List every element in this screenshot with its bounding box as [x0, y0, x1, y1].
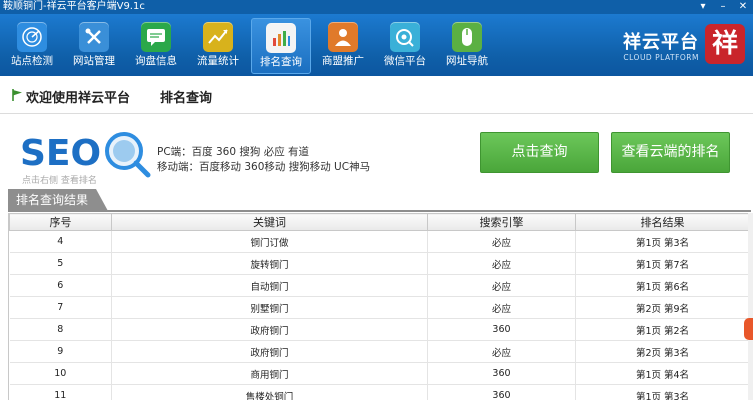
toolbar-label: 询盘信息: [135, 55, 177, 67]
engine-list: PC端：百度 360 搜狗 必应 有道 移动端：百度移动 360移动 搜狗移动 …: [157, 145, 370, 175]
close-icon[interactable]: ✕: [733, 0, 753, 14]
toolbar-label: 站点检测: [11, 55, 53, 67]
cell-result: 第1页 第4名: [575, 362, 748, 385]
toolbar-item-inquiry[interactable]: 询盘信息: [126, 18, 186, 74]
cell-index: 5: [9, 252, 112, 275]
cell-index: 7: [9, 296, 112, 319]
cell-result: 第2页 第9名: [575, 296, 748, 319]
toolbar-item-navigation[interactable]: 网址导航: [437, 18, 497, 74]
table-row[interactable]: 5 旋转铜门 必应 第1页 第7名: [9, 252, 748, 275]
cell-result: 第1页 第3名: [575, 230, 748, 253]
cell-index: 11: [9, 384, 112, 400]
page-title: 排名查询: [160, 91, 213, 106]
cell-index: 4: [9, 230, 112, 253]
toolbar-label: 商盟推广: [322, 55, 364, 67]
tab-underline: [8, 210, 751, 212]
cell-engine: 360: [427, 318, 576, 341]
cell-keyword: 别墅铜门: [111, 296, 428, 319]
side-float-tab[interactable]: [744, 318, 753, 340]
cell-engine: 360: [427, 362, 576, 385]
cell-keyword: 旋转铜门: [111, 252, 428, 275]
message-icon: [141, 22, 171, 52]
brand-seal: 祥: [705, 24, 745, 64]
cell-index: 10: [9, 362, 112, 385]
bar-chart-icon: [266, 23, 296, 53]
window-title: 鞍顺铜门-祥云平台客户端V9.1c: [3, 1, 145, 12]
toolbar-label: 网站管理: [73, 55, 115, 67]
window-controls: ▾ – ✕: [693, 0, 753, 14]
cell-engine: 必应: [427, 274, 576, 297]
brand-name: 祥云平台: [623, 32, 699, 53]
seo-header: SEO 点击右侧 查看排名 PC端：百度 360 搜狗 必应 有道 移动端：百度…: [0, 115, 753, 188]
cell-keyword: 自动铜门: [111, 274, 428, 297]
tab-ranking-results[interactable]: 排名查询结果: [8, 189, 108, 211]
people-icon: [328, 22, 358, 52]
cell-index: 9: [9, 340, 112, 363]
table-row[interactable]: 7 别墅铜门 必应 第2页 第9名: [9, 296, 748, 319]
table-row[interactable]: 11 售楼处铜门 360 第1页 第3名: [9, 384, 748, 400]
welcome-bar: 欢迎使用祥云平台 排名查询: [0, 76, 753, 114]
toolbar-item-site-check[interactable]: 站点检测: [2, 18, 62, 74]
column-header-engine[interactable]: 搜索引擎: [427, 213, 576, 231]
brand-logo: 祥云平台 CLOUD PLATFORM 祥: [605, 22, 745, 74]
main-toolbar: 站点检测 网站管理 询盘信息 流量统计 排名查询 商盟推广 微信平台 网址导航 …: [0, 14, 753, 76]
cell-keyword: 售楼处铜门: [111, 384, 428, 400]
toolbar-item-site-manage[interactable]: 网站管理: [64, 18, 124, 74]
mobile-engines: 移动端：百度移动 360移动 搜狗移动 UC神马: [157, 161, 371, 173]
cell-keyword: 政府铜门: [111, 340, 428, 363]
cell-result: 第2页 第3名: [575, 340, 748, 363]
title-bar: 鞍顺铜门-祥云平台客户端V9.1c ▾ – ✕: [0, 0, 753, 14]
column-header-result[interactable]: 排名结果: [575, 213, 748, 231]
mouse-icon: [452, 22, 482, 52]
toolbar-label: 流量统计: [197, 55, 239, 67]
pc-engines: PC端：百度 360 搜狗 必应 有道: [157, 146, 310, 158]
cell-engine: 必应: [427, 252, 576, 275]
table-row[interactable]: 9 政府铜门 必应 第2页 第3名: [9, 340, 748, 363]
toolbar-item-alliance[interactable]: 商盟推广: [313, 18, 373, 74]
results-table: 序号 关键词 搜索引擎 排名结果 4 铜门订做 必应 第1页 第3名 5 旋转铜门 必应第…: [8, 213, 748, 400]
cell-index: 8: [9, 318, 112, 341]
seo-caption: 点击右侧 查看排名: [22, 176, 97, 186]
cell-engine: 360: [427, 384, 576, 400]
table-row[interactable]: 6 自动铜门 必应 第1页 第6名: [9, 274, 748, 297]
toolbar-item-wechat[interactable]: 微信平台: [375, 18, 435, 74]
seo-logo: SEO: [20, 132, 151, 178]
radar-icon: [17, 22, 47, 52]
cell-result: 第1页 第2名: [575, 318, 748, 341]
table-header-row: 序号 关键词 搜索引擎 排名结果: [9, 213, 748, 231]
cell-engine: 必应: [427, 340, 576, 363]
cloud-ranking-button[interactable]: 查看云端的排名: [611, 132, 730, 173]
trend-icon: [203, 22, 233, 52]
cell-keyword: 铜门订做: [111, 230, 428, 253]
flag-icon: [12, 89, 22, 101]
toolbar-label: 网址导航: [446, 55, 488, 67]
seo-logo-text: SEO: [20, 133, 101, 174]
column-header-keyword[interactable]: 关键词: [111, 213, 428, 231]
wrench-icon: [79, 22, 109, 52]
vertical-scrollbar[interactable]: [748, 213, 753, 400]
table-row[interactable]: 10 商用铜门 360 第1页 第4名: [9, 362, 748, 385]
toolbar-item-traffic[interactable]: 流量统计: [188, 18, 248, 74]
cell-result: 第1页 第6名: [575, 274, 748, 297]
welcome-text: 欢迎使用祥云平台: [26, 91, 131, 106]
toolbar-label: 微信平台: [384, 55, 426, 67]
cell-keyword: 政府铜门: [111, 318, 428, 341]
menu-icon[interactable]: ▾: [693, 0, 713, 14]
toolbar-item-ranking[interactable]: 排名查询: [251, 18, 311, 74]
cell-engine: 必应: [427, 230, 576, 253]
toolbar-label: 排名查询: [260, 56, 302, 68]
column-header-index[interactable]: 序号: [9, 213, 112, 231]
cell-engine: 必应: [427, 296, 576, 319]
minimize-icon[interactable]: –: [713, 0, 733, 14]
table-row[interactable]: 8 政府铜门 360 第1页 第2名: [9, 318, 748, 341]
cell-keyword: 商用铜门: [111, 362, 428, 385]
brand-subtitle: CLOUD PLATFORM: [623, 53, 699, 62]
cell-index: 6: [9, 274, 112, 297]
wechat-icon: [390, 22, 420, 52]
cell-result: 第1页 第3名: [575, 384, 748, 400]
query-button[interactable]: 点击查询: [480, 132, 599, 173]
table-row[interactable]: 4 铜门订做 必应 第1页 第3名: [9, 230, 748, 253]
cell-result: 第1页 第7名: [575, 252, 748, 275]
